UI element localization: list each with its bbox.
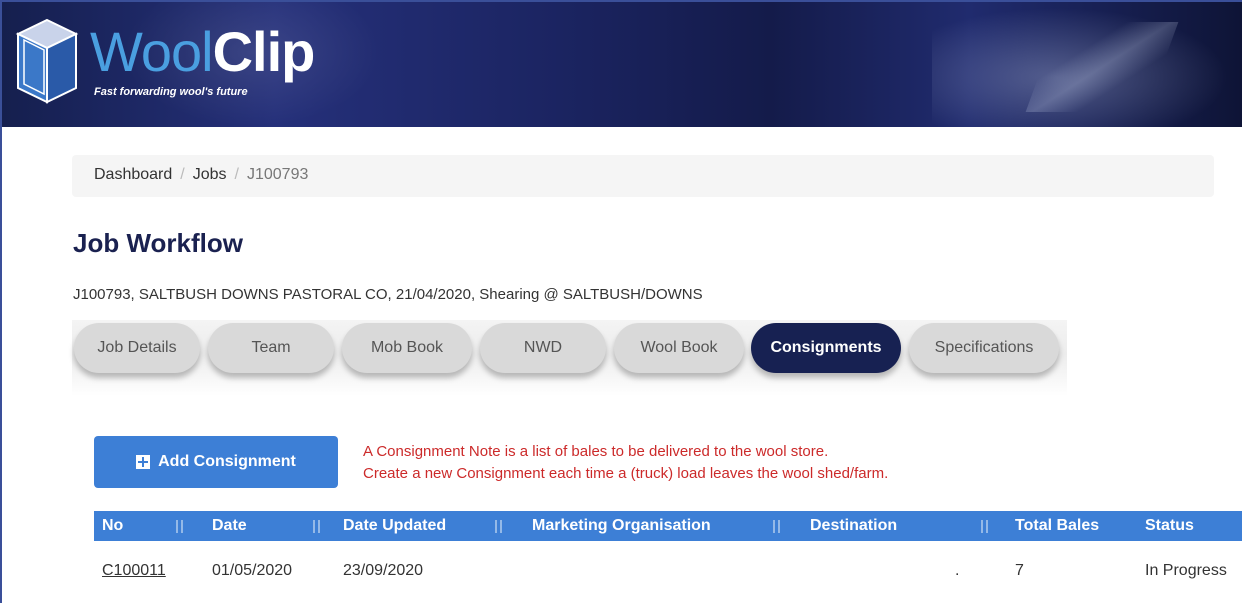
- cell-date: 01/05/2020: [212, 562, 293, 579]
- breadcrumb-separator: /: [234, 166, 239, 183]
- sort-icon[interactable]: [772, 517, 782, 535]
- cell-total-bales: 7: [1015, 562, 1024, 579]
- cell-status: In Progress: [1145, 562, 1227, 579]
- breadcrumb-current: J100793: [246, 166, 309, 183]
- column-header-status[interactable]: Status: [1145, 511, 1194, 541]
- column-header-marketing-organisation[interactable]: Marketing Organisation: [532, 511, 711, 541]
- tab-consignments[interactable]: Consignments: [751, 323, 901, 373]
- brand-name-clip: Clip: [212, 20, 316, 83]
- page-title: Job Workflow: [73, 228, 243, 258]
- cell-destination: .: [955, 562, 960, 579]
- job-summary: J100793, SALTBUSH DOWNS PASTORAL CO, 21/…: [73, 286, 703, 303]
- logo-cube-icon: [15, 18, 79, 104]
- column-header-total-bales[interactable]: Total Bales: [1015, 511, 1099, 541]
- tab-specifications[interactable]: Specifications: [909, 323, 1059, 373]
- column-header-date-updated[interactable]: Date Updated: [343, 511, 446, 541]
- cell-date-updated: 23/09/2020: [343, 562, 424, 579]
- breadcrumb-dashboard[interactable]: Dashboard: [94, 166, 172, 183]
- column-header-destination[interactable]: Destination: [810, 511, 897, 541]
- breadcrumb: Dashboard / Jobs / J100793: [72, 155, 1214, 197]
- tab-nwd[interactable]: NWD: [480, 323, 606, 373]
- tab-mob-book[interactable]: Mob Book: [342, 323, 472, 373]
- tab-job-details[interactable]: Job Details: [74, 323, 200, 373]
- sort-icon[interactable]: [494, 517, 504, 535]
- tab-team[interactable]: Team: [208, 323, 334, 373]
- add-consignment-button[interactable]: Add Consignment: [94, 436, 338, 488]
- consignment-info-note: A Consignment Note is a list of bales to…: [363, 441, 888, 485]
- header-banner: WoolClip Fast forwarding wool's future: [2, 2, 1242, 127]
- add-consignment-label: Add Consignment: [158, 453, 296, 470]
- breadcrumb-jobs[interactable]: Jobs: [193, 166, 227, 183]
- column-header-no[interactable]: No: [102, 511, 123, 541]
- sort-icon[interactable]: [312, 517, 322, 535]
- sort-icon[interactable]: [980, 517, 990, 535]
- sort-icon[interactable]: [175, 517, 185, 535]
- plus-square-icon: [136, 455, 151, 469]
- note-line-1: A Consignment Note is a list of bales to…: [363, 443, 829, 460]
- consignment-number-link[interactable]: C100011: [102, 562, 166, 580]
- breadcrumb-separator: /: [180, 166, 185, 183]
- note-line-2: Create a new Consignment each time a (tr…: [363, 465, 889, 482]
- brand-name-wool: Wool: [90, 20, 214, 83]
- brand-logo: WoolClip: [90, 20, 316, 83]
- brand-tagline: Fast forwarding wool's future: [94, 86, 248, 98]
- tab-wool-book[interactable]: Wool Book: [614, 323, 744, 373]
- column-header-date[interactable]: Date: [212, 511, 247, 541]
